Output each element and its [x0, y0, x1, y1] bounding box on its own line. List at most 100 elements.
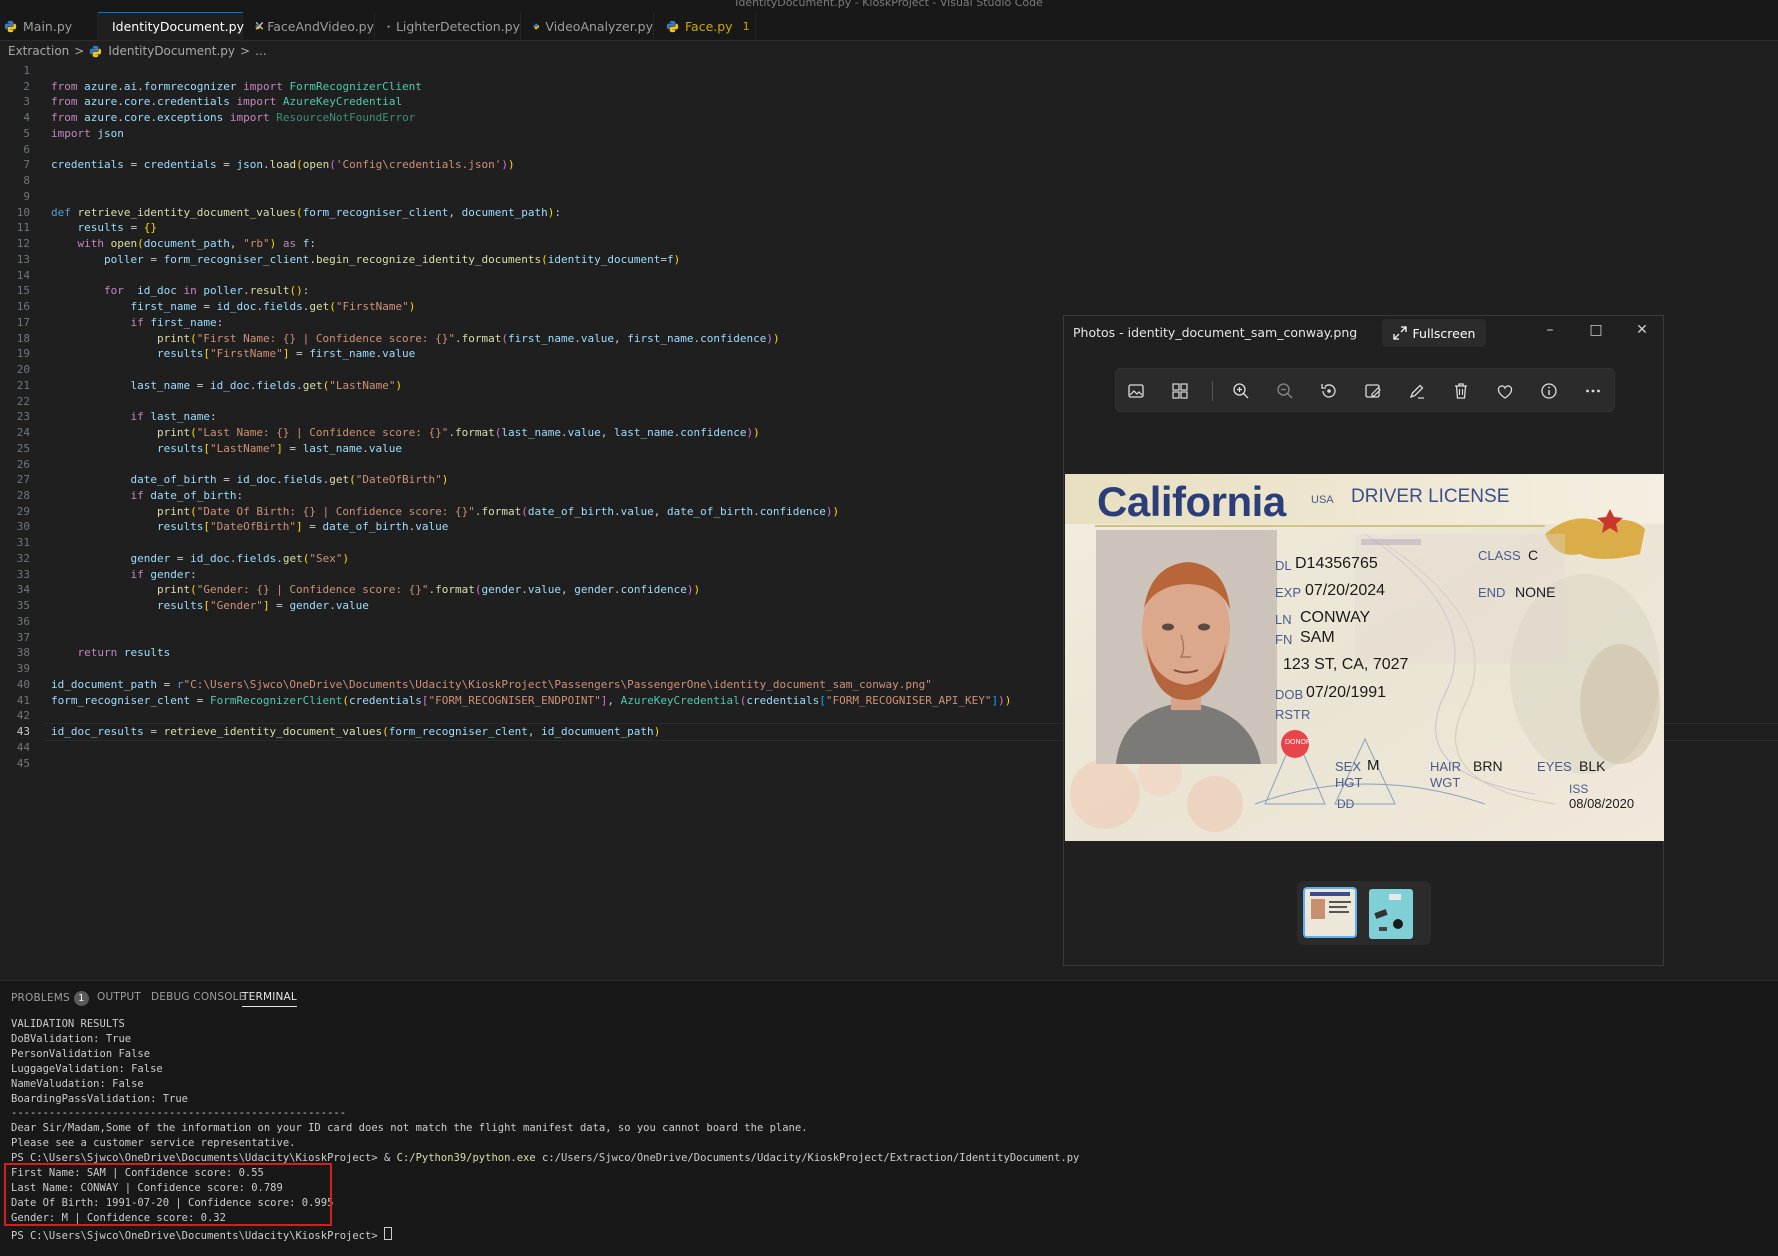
code-line[interactable]: from azure.ai.formrecognizer import Form… [51, 80, 422, 93]
code-line[interactable]: if first_name: [51, 316, 223, 329]
code-line[interactable]: form_recogniser_clent = FormRecognizerCl… [51, 694, 1011, 707]
code-line[interactable]: id_document_path = r"C:\Users\Sjwco\OneD… [51, 678, 932, 691]
line-number: 3 [23, 95, 30, 109]
code-line[interactable]: results["Gender"] = gender.value [51, 599, 369, 612]
tab-identitydocument-py[interactable]: IdentityDocument.py × [98, 12, 265, 40]
python-file-icon [255, 23, 261, 29]
line-number: 36 [16, 614, 30, 628]
code-line[interactable]: if last_name: [51, 410, 216, 423]
chevron-right-icon: > [240, 44, 251, 58]
code-line[interactable]: last_name = id_doc.fields.get("LastName"… [51, 379, 402, 392]
code-line[interactable]: gender = id_doc.fields.get("Sex") [51, 552, 349, 565]
minimize-button[interactable]: – [1535, 322, 1565, 342]
code-line[interactable]: print("First Name: {} | Confidence score… [51, 332, 780, 345]
code-line[interactable]: import json [51, 127, 124, 140]
line-number: 37 [16, 630, 30, 644]
class-label: CLASS [1478, 548, 1521, 563]
line-number: 15 [16, 284, 30, 298]
breadcrumb-more[interactable]: ... [255, 44, 266, 58]
rotate-icon[interactable] [1318, 380, 1340, 402]
terminal-line: PersonValidation False [11, 1047, 151, 1060]
line-number: 6 [23, 142, 30, 156]
editor-tab-bar: Main.py IdentityDocument.py × FaceAndVid… [0, 12, 1778, 41]
collection-icon[interactable] [1169, 380, 1191, 402]
line-number: 24 [16, 426, 30, 440]
code-line[interactable]: for id_doc in poller.result(): [51, 284, 309, 297]
delete-icon[interactable] [1450, 380, 1472, 402]
line-number: 1 [23, 64, 30, 77]
code-line[interactable]: print("Gender: {} | Confidence score: {}… [51, 583, 700, 596]
code-line[interactable]: from azure.core.exceptions import Resour… [51, 111, 415, 124]
close-button[interactable]: ✕ [1627, 322, 1657, 342]
thumbnail-other[interactable] [1369, 889, 1413, 939]
maximize-button[interactable]: □ [1581, 322, 1611, 342]
code-line[interactable]: print("Last Name: {} | Confidence score:… [51, 426, 760, 439]
breadcrumb-folder[interactable]: Extraction [8, 44, 69, 58]
tab-label: Main.py [23, 18, 73, 34]
code-line[interactable]: date_of_birth = id_doc.fields.get("DateO… [51, 473, 448, 486]
code-line[interactable]: poller = form_recogniser_client.begin_re… [51, 253, 680, 266]
sex-value: M [1367, 757, 1380, 774]
code-line[interactable]: results["DateOfBirth"] = date_of_birth.v… [51, 520, 448, 533]
info-icon[interactable] [1538, 380, 1560, 402]
code-line[interactable]: from azure.core.credentials import Azure… [51, 95, 402, 108]
breadcrumb: Extraction > IdentityDocument.py > ... [0, 41, 1778, 61]
line-number: 34 [16, 583, 30, 597]
line-number: 20 [16, 363, 30, 377]
iss-value: 08/08/2020 [1569, 796, 1635, 811]
code-line[interactable]: if date_of_birth: [51, 489, 243, 502]
line-number: 33 [16, 567, 30, 581]
hgt-label: HGT [1335, 775, 1363, 790]
terminal-line: VALIDATION RESULTS [11, 1018, 125, 1030]
code-line[interactable]: with open(document_path, "rb") as f: [51, 237, 316, 250]
more-icon[interactable] [1582, 380, 1604, 402]
wgt-label: WGT [1430, 775, 1461, 790]
code-line[interactable]: results["FirstName"] = first_name.value [51, 347, 415, 360]
line-number: 42 [16, 709, 30, 723]
line-number: 22 [16, 394, 30, 408]
class-value: C [1528, 547, 1539, 563]
line-number: 35 [16, 599, 30, 613]
markup-icon[interactable] [1406, 380, 1428, 402]
tab-faceandvideo-py[interactable]: FaceAndVideo.py [243, 12, 375, 40]
window-title: IdentityDocument.py - KioskProject - Vis… [735, 0, 1043, 9]
tab-main-py[interactable]: Main.py [0, 12, 98, 40]
terminal-line: NameValudation: False [11, 1077, 144, 1090]
code-line[interactable]: print("Date Of Birth: {} | Confidence sc… [51, 505, 839, 518]
photos-window[interactable]: Photos - identity_document_sam_conway.pn… [1063, 315, 1664, 966]
favorite-icon[interactable] [1494, 380, 1516, 402]
code-line[interactable]: if gender: [51, 568, 196, 581]
zoom-out-icon[interactable] [1274, 380, 1296, 402]
code-line[interactable]: id_doc_results = retrieve_identity_docum… [51, 725, 660, 738]
tab-label: LighterDetection.py [395, 18, 520, 34]
line-number: 44 [16, 740, 30, 754]
code-line[interactable]: return results [51, 646, 171, 659]
code-line[interactable]: def retrieve_identity_document_values(fo… [51, 206, 561, 219]
fullscreen-button[interactable]: Fullscreen [1382, 319, 1486, 347]
tab-videoanalyzer-py[interactable]: VideoAnalyzer.py [521, 12, 654, 40]
breadcrumb-file[interactable]: IdentityDocument.py [108, 44, 235, 58]
thumbnail-license[interactable] [1303, 887, 1357, 938]
zoom-in-icon[interactable] [1230, 380, 1252, 402]
dl-value: D14356765 [1295, 555, 1378, 572]
terminal-line: LuggageValidation: False [11, 1062, 163, 1075]
portrait-image [1096, 530, 1277, 764]
exp-label: EXP [1275, 585, 1302, 600]
tab-lighterdetection-py[interactable]: LighterDetection.py [375, 12, 521, 40]
end-value: NONE [1515, 584, 1556, 600]
terminal-line: BoardingPassValidation: True [11, 1092, 189, 1105]
toolbar-divider [1212, 381, 1213, 401]
driver-license-image[interactable]: California USA DRIVER LICENSE DL D143567… [1065, 474, 1664, 841]
terminal-cursor [383, 1226, 392, 1240]
code-line[interactable]: results = {} [51, 221, 157, 234]
line-number: 31 [16, 536, 30, 550]
photo-toolbar [1115, 368, 1615, 412]
code-line[interactable]: credentials = credentials = json.load(op… [51, 158, 515, 171]
python-file-icon [533, 23, 540, 29]
line-number: 27 [16, 473, 30, 487]
tab-face-py[interactable]: Face.py 1 [654, 12, 756, 40]
image-icon[interactable] [1125, 380, 1147, 402]
code-line[interactable]: results["LastName"] = last_name.value [51, 442, 402, 455]
code-line[interactable]: first_name = id_doc.fields.get("FirstNam… [51, 300, 415, 313]
edit-image-icon[interactable] [1362, 380, 1384, 402]
